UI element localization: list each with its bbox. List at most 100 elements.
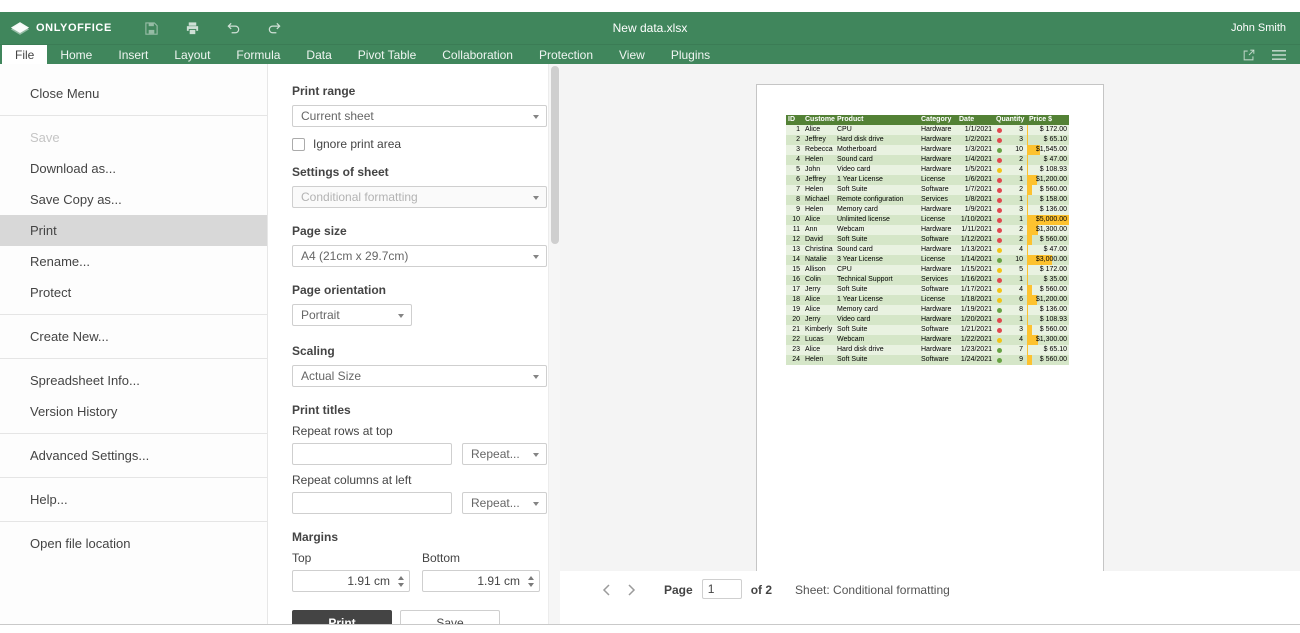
cell-quantity: 7: [994, 345, 1027, 355]
cell: 21: [786, 325, 803, 335]
cell-price: $ 560.00: [1027, 355, 1069, 365]
tab-plugins[interactable]: Plugins: [658, 45, 723, 64]
page-number-input[interactable]: [702, 579, 742, 599]
cell: Unlimited license: [835, 215, 919, 225]
tab-protection[interactable]: Protection: [526, 45, 606, 64]
cell: 5: [786, 165, 803, 175]
spinner-arrows-icon[interactable]: [523, 571, 539, 591]
panel-scrollbar[interactable]: [548, 64, 560, 624]
tab-pivot-table[interactable]: Pivot Table: [345, 45, 429, 64]
tab-formula[interactable]: Formula: [223, 45, 293, 64]
scrollbar-thumb[interactable]: [551, 66, 559, 244]
hamburger-icon[interactable]: [1272, 49, 1286, 61]
cell: 11: [786, 225, 803, 235]
print-icon[interactable]: [185, 21, 200, 36]
cell: Hardware: [919, 265, 957, 275]
file-menu-item-download-as[interactable]: Download as...: [0, 153, 267, 184]
tab-insert[interactable]: Insert: [105, 45, 161, 64]
chevron-down-icon: [533, 196, 539, 200]
table-row: 12DavidSoft SuiteSoftware1/12/20212$ 560…: [786, 235, 1069, 245]
file-menu-item-rename[interactable]: Rename...: [0, 246, 267, 277]
open-location-icon[interactable]: [1242, 48, 1256, 62]
prev-page-button[interactable]: [598, 581, 614, 599]
scaling-select[interactable]: Actual Size: [292, 365, 547, 387]
file-menu-item-create-new[interactable]: Create New...: [0, 321, 267, 352]
cell: 1: [786, 125, 803, 135]
cell-quantity: 5: [994, 265, 1027, 275]
repeat-columns-select[interactable]: Repeat...: [462, 492, 547, 514]
next-page-button[interactable]: [623, 581, 639, 599]
cell: 17: [786, 285, 803, 295]
print-button[interactable]: Print: [292, 610, 392, 624]
file-menu-item-advanced-settings[interactable]: Advanced Settings...: [0, 440, 267, 471]
cell: Hardware: [919, 205, 957, 215]
cell: Remote configuration: [835, 195, 919, 205]
save-icon[interactable]: [144, 21, 159, 36]
cell: Video card: [835, 165, 919, 175]
cell: Soft Suite: [835, 185, 919, 195]
cell: 1/18/2021: [957, 295, 994, 305]
cell: 1/3/2021: [957, 145, 994, 155]
cell: Memory card: [835, 305, 919, 315]
tab-file[interactable]: File: [2, 45, 47, 64]
file-menu-item-version-history[interactable]: Version History: [0, 396, 267, 427]
cell: Sound card: [835, 155, 919, 165]
file-menu-item-close-menu[interactable]: Close Menu: [0, 78, 267, 109]
tab-view[interactable]: View: [606, 45, 658, 64]
cell: Hardware: [919, 225, 957, 235]
save-button[interactable]: Save: [400, 610, 500, 624]
tab-collaboration[interactable]: Collaboration: [429, 45, 526, 64]
undo-icon[interactable]: [226, 21, 241, 36]
page-orientation-value: Portrait: [301, 308, 340, 322]
page-size-select[interactable]: A4 (21cm x 29.7cm): [292, 245, 547, 267]
cell: License: [919, 295, 957, 305]
repeat-columns-input[interactable]: [292, 492, 452, 514]
tab-data[interactable]: Data: [293, 45, 344, 64]
red-circle-icon: [997, 158, 1002, 163]
margin-bottom-input[interactable]: 1.91 cm: [422, 570, 540, 592]
cell: Helen: [803, 205, 835, 215]
repeat-rows-label: Repeat rows at top: [292, 424, 547, 438]
table-row: 21KimberlySoft SuiteSoftware1/21/20213$ …: [786, 325, 1069, 335]
tab-layout[interactable]: Layout: [161, 45, 223, 64]
cell-price: $ 65.10: [1027, 135, 1069, 145]
cell: 10: [786, 215, 803, 225]
cell-quantity: 4: [994, 165, 1027, 175]
cell-price: $1,200.00: [1027, 175, 1069, 185]
repeat-rows-input[interactable]: [292, 443, 452, 465]
file-menu-item-open-file-location[interactable]: Open file location: [0, 528, 267, 559]
spinner-arrows-icon[interactable]: [393, 571, 409, 591]
cell-price: $ 560.00: [1027, 185, 1069, 195]
table-row: 5JohnVideo cardHardware1/5/20214$ 108.93: [786, 165, 1069, 175]
ignore-print-area-checkbox[interactable]: Ignore print area: [292, 137, 547, 151]
tab-home[interactable]: Home: [47, 45, 105, 64]
topbar: ONLYOFFICE: [0, 12, 1300, 44]
page-orientation-select[interactable]: Portrait: [292, 304, 412, 326]
print-range-value: Current sheet: [301, 109, 374, 123]
cell-price: $ 560.00: [1027, 285, 1069, 295]
red-circle-icon: [997, 228, 1002, 233]
print-preview: IDCustomerProductCategoryDateQuantityPri…: [560, 64, 1300, 624]
print-range-select[interactable]: Current sheet: [292, 105, 547, 127]
cell-price: $1,545.00: [1027, 145, 1069, 155]
cell: 1/24/2021: [957, 355, 994, 365]
sheet-name-label: Sheet: Conditional formatting: [795, 581, 950, 599]
menu-separator: [0, 314, 267, 315]
cell-price: $1,300.00: [1027, 225, 1069, 235]
file-menu-item-protect[interactable]: Protect: [0, 277, 267, 308]
chevron-down-icon: [533, 502, 539, 506]
settings-of-sheet-select: Conditional formatting: [292, 186, 547, 208]
cell: Soft Suite: [835, 285, 919, 295]
margin-top-input[interactable]: 1.91 cm: [292, 570, 410, 592]
repeat-rows-select[interactable]: Repeat...: [462, 443, 547, 465]
cell-quantity: 3: [994, 125, 1027, 135]
file-menu-item-save-copy-as[interactable]: Save Copy as...: [0, 184, 267, 215]
file-menu-item-spreadsheet-info[interactable]: Spreadsheet Info...: [0, 365, 267, 396]
cell-quantity: 4: [994, 335, 1027, 345]
user-name[interactable]: John Smith: [1231, 22, 1286, 34]
settings-of-sheet-value: Conditional formatting: [301, 190, 418, 204]
cell-price: $ 47.00: [1027, 155, 1069, 165]
file-menu-item-help[interactable]: Help...: [0, 484, 267, 515]
redo-icon[interactable]: [267, 21, 282, 36]
file-menu-item-print[interactable]: Print: [0, 215, 267, 246]
